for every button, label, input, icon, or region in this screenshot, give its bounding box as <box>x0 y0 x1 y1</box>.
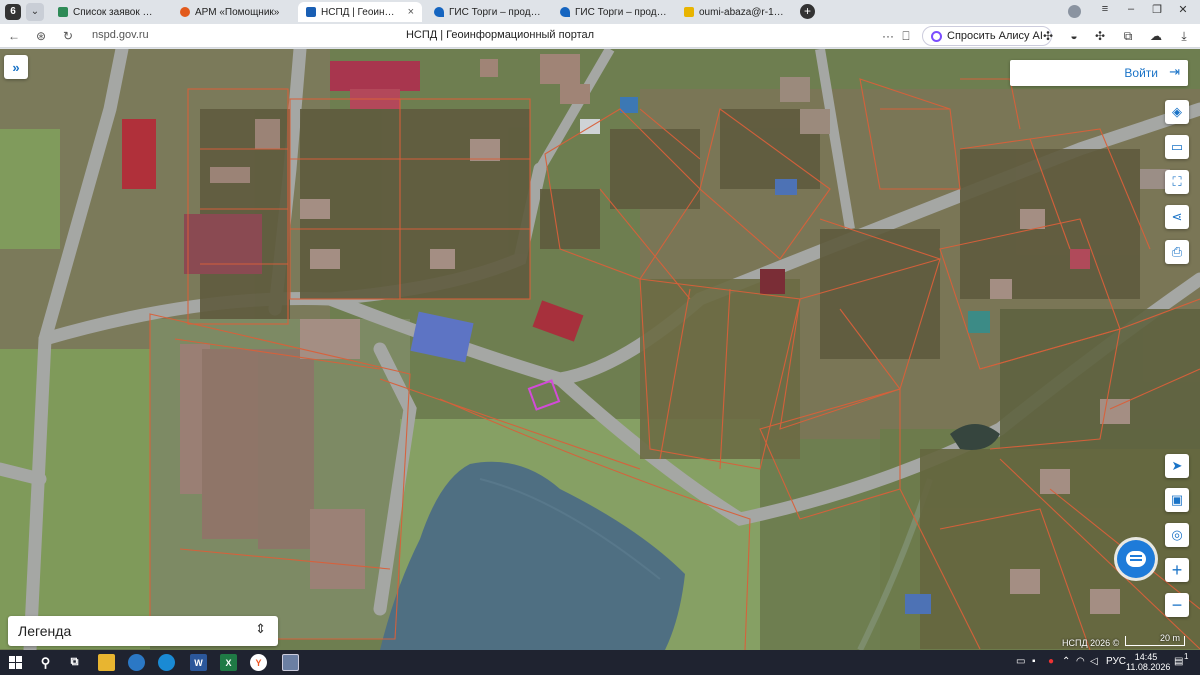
page-title: НСПД | Геоинформационный портал <box>405 29 595 41</box>
print-icon: ⎙ <box>1171 244 1183 259</box>
app-icon[interactable] <box>282 654 299 671</box>
windows-taskbar: ⚲ ⧉ W X Y ▭ ▪ ● ⌃ ◠ ◁ РУС 14:45 11.08.20… <box>0 650 1200 675</box>
tab-gis-torgi-2[interactable]: ГИС Торги – продажи гос <box>552 2 676 22</box>
browser-icon[interactable] <box>128 654 145 671</box>
extension-icon[interactable]: ✣ <box>1040 28 1056 44</box>
more-icon[interactable]: ··· <box>880 28 896 44</box>
minimap-icon: ▣ <box>1170 492 1184 507</box>
cloud-icon[interactable]: ☁ <box>1148 28 1164 44</box>
word-icon[interactable]: W <box>190 654 207 671</box>
print-button[interactable]: ⎙ <box>1165 240 1189 264</box>
geolocation-button[interactable]: ➤ <box>1165 454 1189 478</box>
tab-arm-assistant[interactable]: АРМ «Помощник» <box>172 2 290 22</box>
locate-button[interactable]: ◎ <box>1165 523 1189 547</box>
chat-icon <box>1126 551 1146 567</box>
volume-icon[interactable]: ◁ <box>1090 656 1098 667</box>
alice-icon <box>931 30 942 42</box>
tab-gis-torgi-1[interactable]: ГИС Торги – продажи гос <box>426 2 554 22</box>
ask-alice-button[interactable]: Спросить Алису AI <box>922 26 1052 46</box>
close-tab-icon[interactable]: × <box>408 6 414 18</box>
tab-label: oumi-abaza@r-19.ru - Спа <box>699 6 788 18</box>
chevron-updown-icon: ⇕ <box>255 621 266 636</box>
task-view-icon[interactable]: ⧉ <box>66 654 83 671</box>
clock-time: 14:45 <box>1134 652 1158 662</box>
language-indicator[interactable]: РУС <box>1106 656 1126 667</box>
minimap-button[interactable]: ▣ <box>1165 488 1189 512</box>
chat-button[interactable] <box>1117 540 1155 578</box>
browser-logo[interactable]: 6 <box>5 4 21 20</box>
clock[interactable]: 14:45 11.08.2026 <box>1126 652 1171 672</box>
cap-icon[interactable]: ◒ <box>1066 28 1082 44</box>
puzzle-icon[interactable]: ⧉ <box>1120 28 1136 44</box>
download-icon[interactable]: ⤓ <box>1176 28 1192 44</box>
clock-date: 11.08.2026 <box>1126 662 1171 672</box>
tray-icon[interactable]: ▪ <box>1032 656 1036 667</box>
windows-start-icon[interactable] <box>7 654 24 671</box>
legend-dropdown[interactable]: Легенда ⇕ <box>8 616 278 646</box>
ask-alice-label: Спросить Алису AI <box>947 30 1043 42</box>
login-button[interactable]: Войти ⇥ <box>1010 60 1188 86</box>
favicon-icon <box>684 7 694 17</box>
expand-panel-button[interactable]: » <box>4 55 28 79</box>
favicon-icon <box>306 7 316 17</box>
network-icon[interactable]: ▭ <box>1016 656 1025 667</box>
tab-label: НСПД | Геоинформаци <box>321 6 402 18</box>
tab-label: ГИС Торги – продажи гос <box>449 6 546 18</box>
zoom-in-button[interactable]: + <box>1165 558 1189 582</box>
notification-count: 1 <box>1184 652 1189 661</box>
profile-icon[interactable] <box>1068 5 1081 18</box>
map-copyright: НСПД 2026 © <box>1062 638 1120 648</box>
antivirus-icon[interactable]: ● <box>1048 656 1054 667</box>
file-explorer-icon[interactable] <box>98 654 115 671</box>
edge-icon[interactable] <box>158 654 175 671</box>
share-icon: ⋖ <box>1171 209 1183 224</box>
address-bar: ← ⊛ ↻ nspd.gov.ru НСПД | Геоинформационн… <box>0 24 1200 48</box>
scale-label: 20 m <box>1159 633 1180 643</box>
minimize-icon[interactable]: – <box>1122 3 1140 15</box>
restore-icon[interactable]: ❐ <box>1148 3 1166 16</box>
select-area-icon: ⛶ <box>1172 174 1182 189</box>
notification-icon[interactable]: ▤ <box>1174 656 1183 667</box>
login-label: Войти <box>1124 66 1158 80</box>
share-button[interactable]: ⋖ <box>1165 205 1189 229</box>
tab-request-list[interactable]: Список заявок — ТехноК <box>50 2 168 22</box>
wifi-icon[interactable]: ◠ <box>1076 656 1085 667</box>
locate-icon: ◎ <box>1171 527 1183 542</box>
select-area-button[interactable]: ⛶ <box>1165 170 1189 194</box>
map-view[interactable]: » Войти ⇥ ◈ ▭ ⛶ ⋖ ⎙ ➤ ▣ ◎ + − Легенда ⇕ … <box>0 49 1200 650</box>
chevron-up-icon[interactable]: ⌃ <box>1062 656 1070 667</box>
tab-label: АРМ «Помощник» <box>195 6 280 18</box>
menu-icon[interactable]: ≡ <box>1096 3 1114 15</box>
layers-button[interactable]: ◈ <box>1165 100 1189 124</box>
tab-mail[interactable]: oumi-abaza@r-19.ru - Спа <box>676 2 796 22</box>
extension-icon[interactable]: ✣ <box>1092 28 1108 44</box>
layers-icon: ◈ <box>1172 104 1182 119</box>
tab-nspd[interactable]: НСПД | Геоинформаци × <box>298 2 422 22</box>
tab-label: ГИС Торги – продажи гос <box>575 6 668 18</box>
satellite-imagery <box>0 49 1200 650</box>
scale-bar: 20 m <box>1125 633 1185 646</box>
excel-icon[interactable]: X <box>220 654 237 671</box>
legend-label: Легенда <box>18 623 72 639</box>
tab-strip: 6 ⌄ Список заявок — ТехноК АРМ «Помощник… <box>0 0 1200 24</box>
tabs-menu-chevron-icon[interactable]: ⌄ <box>26 3 44 21</box>
navigation-arrow-icon: ➤ <box>1171 458 1183 473</box>
bookmark-icon[interactable]: ⎕ <box>898 28 914 44</box>
search-icon[interactable]: ⚲ <box>37 654 54 671</box>
ruler-icon: ▭ <box>1170 139 1184 154</box>
tab-label: Список заявок — ТехноК <box>73 6 160 18</box>
login-arrow-icon: ⇥ <box>1169 64 1180 79</box>
favicon-icon <box>434 7 444 17</box>
yandex-browser-icon[interactable]: Y <box>250 654 267 671</box>
close-window-icon[interactable]: ✕ <box>1174 3 1192 16</box>
zoom-out-button[interactable]: − <box>1165 593 1189 617</box>
favicon-icon <box>560 7 570 17</box>
favicon-icon <box>58 7 68 17</box>
new-tab-button[interactable]: + <box>800 4 815 19</box>
ruler-button[interactable]: ▭ <box>1165 135 1189 159</box>
favicon-icon <box>180 7 190 17</box>
